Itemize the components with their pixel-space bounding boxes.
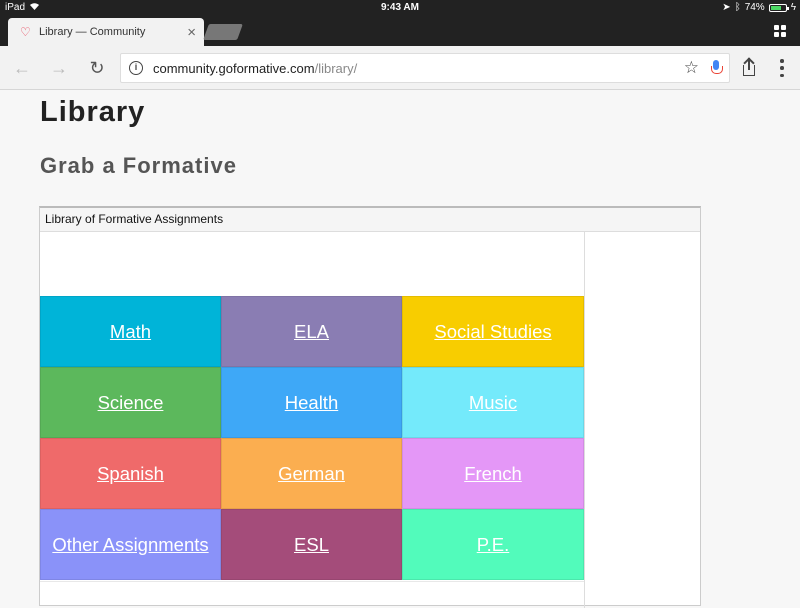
url-path: /library/	[314, 60, 358, 76]
panel-divider	[584, 232, 585, 608]
subject-link[interactable]: German	[278, 463, 345, 485]
tab-strip: ♡ Library — Community ×	[0, 16, 800, 46]
share-icon[interactable]	[741, 57, 757, 76]
subject-tile[interactable]: ESL	[221, 509, 402, 580]
subject-link[interactable]: ELA	[294, 321, 329, 343]
info-icon[interactable]: i	[129, 61, 143, 75]
subject-link[interactable]: ESL	[294, 534, 329, 556]
bookmark-star-icon[interactable]: ☆	[684, 58, 699, 78]
subject-link[interactable]: Social Studies	[434, 321, 551, 343]
page-title: Library	[40, 96, 146, 128]
panel-title: Library of Formative Assignments	[40, 208, 700, 232]
grid-divider	[40, 581, 584, 582]
subject-link[interactable]: Health	[285, 392, 338, 414]
subject-tile[interactable]: Science	[40, 367, 221, 438]
subject-tile[interactable]: P.E.	[402, 509, 584, 580]
favicon-heart-icon: ♡	[20, 25, 31, 39]
battery-percent: 74%	[744, 2, 765, 13]
forward-arrow-icon[interactable]: →	[48, 57, 70, 79]
page-subtitle: Grab a Formative	[40, 153, 237, 178]
subject-tile[interactable]: Other Assignments	[40, 509, 221, 580]
new-tab-button[interactable]	[203, 24, 243, 40]
subject-tile[interactable]: ELA	[221, 296, 402, 367]
close-tab-icon[interactable]: ×	[187, 24, 196, 41]
page-content: Library Grab a Formative Library of Form…	[0, 91, 800, 608]
reload-icon[interactable]: ↻	[86, 57, 108, 79]
subject-link[interactable]: Science	[98, 392, 164, 414]
status-bar: iPad 9:43 AM ➤ ᛒ 74% ϟ	[0, 0, 800, 16]
subject-link[interactable]: Math	[110, 321, 151, 343]
subject-tile[interactable]: Social Studies	[402, 296, 584, 367]
location-icon: ➤	[722, 2, 731, 13]
tab-switcher-icon[interactable]	[774, 25, 786, 37]
browser-toolbar: ← → ↻ i community.goformative.com /libra…	[0, 46, 800, 90]
subject-grid: Math ELA Social Studies Science Health Music S…	[40, 296, 584, 580]
subject-link[interactable]: Music	[469, 392, 517, 414]
charging-icon: ϟ	[790, 2, 796, 13]
subject-tile[interactable]: French	[402, 438, 584, 509]
browser-tab[interactable]: ♡ Library — Community ×	[8, 18, 204, 46]
subject-tile[interactable]: Health	[221, 367, 402, 438]
subject-tile[interactable]: Music	[402, 367, 584, 438]
subject-link[interactable]: Spanish	[97, 463, 164, 485]
back-arrow-icon[interactable]: ←	[11, 57, 33, 79]
battery-icon	[768, 3, 789, 12]
bluetooth-icon: ᛒ	[734, 2, 741, 13]
subject-tile[interactable]: Spanish	[40, 438, 221, 509]
subject-tile[interactable]: Math	[40, 296, 221, 367]
menu-icon[interactable]	[776, 59, 788, 77]
tab-title: Library — Community	[39, 26, 146, 38]
status-time: 9:43 AM	[381, 2, 419, 13]
subject-link[interactable]: P.E.	[477, 534, 510, 556]
library-panel: Library of Formative Assignments Math ELA…	[39, 206, 701, 608]
microphone-icon[interactable]	[711, 60, 723, 76]
subject-tile[interactable]: German	[221, 438, 402, 509]
address-bar[interactable]: i community.goformative.com /library/ ☆	[120, 53, 730, 83]
subject-link[interactable]: Other Assignments	[52, 534, 208, 556]
subject-link[interactable]: French	[464, 463, 522, 485]
url-host: community.goformative.com	[153, 60, 315, 76]
